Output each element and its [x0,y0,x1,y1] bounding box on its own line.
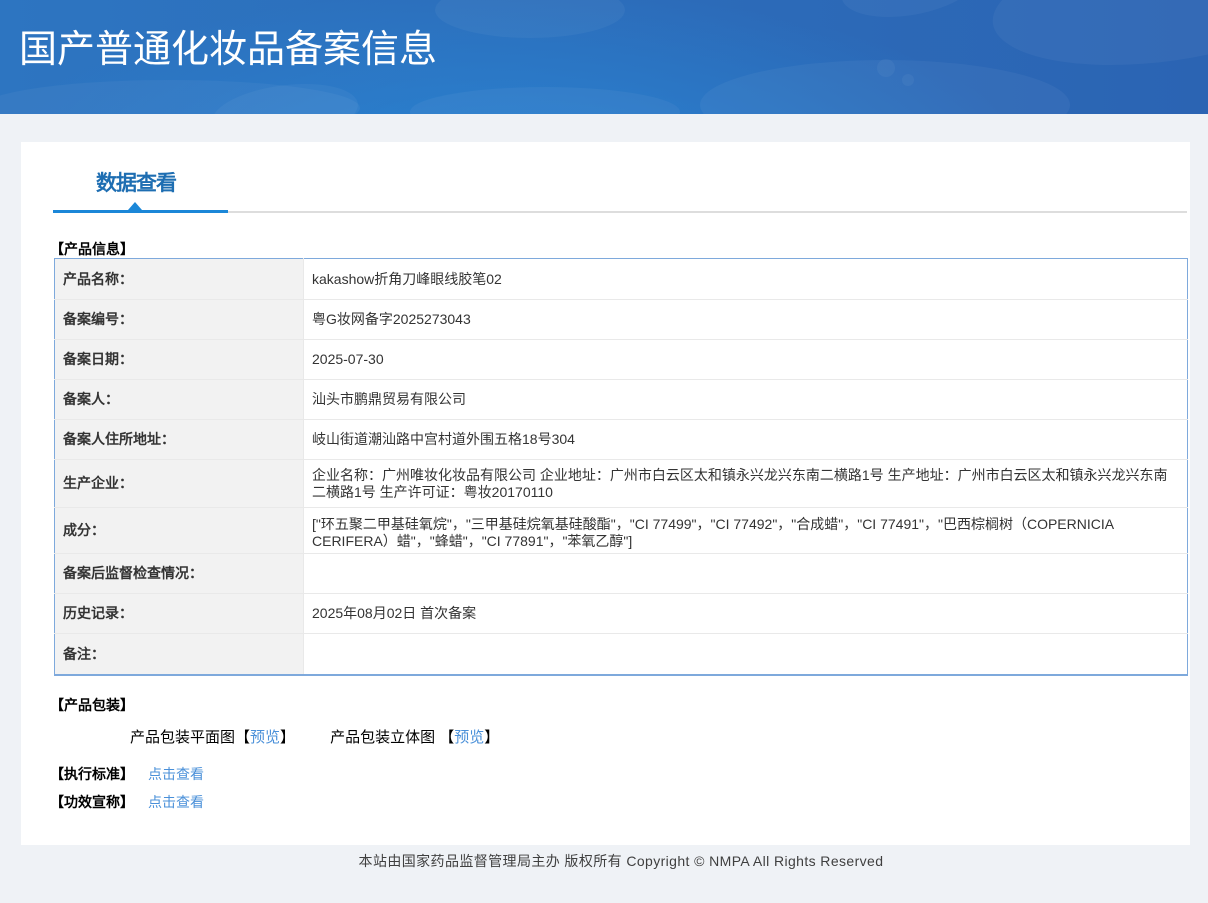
standard-view-link[interactable]: 点击查看 [148,766,204,782]
row-label: 生产企业： [54,459,304,508]
standard-label: 【执行标准】 [50,765,134,782]
row-value: 2025年08月02日 首次备案 [303,593,1188,634]
page-footer: 本站由国家药品监督管理局主办 版权所有 Copyright © NMPA All… [0,845,1208,903]
efficacy-view-link[interactable]: 点击查看 [148,794,204,810]
row-value: 粤G妆网备字2025273043 [303,299,1188,340]
header-decor-dot-large [877,59,895,77]
header-decor-blob-center [410,87,680,114]
bracket: 【 [235,728,251,746]
product-info-table: 产品名称： kakashow折角刀峰眼线胶笔02 备案编号： 粤G妆网备字202527… [54,258,1188,676]
header-decor-dot-small [902,74,914,86]
row-label: 备案日期： [54,339,304,380]
page-header: 国产普通化妆品备案信息 [0,0,1208,114]
row-value [303,553,1188,594]
packaging-3d-item: 产品包装立体图 【预览】 [330,729,499,746]
tab-data-view[interactable]: 数据查看 [53,144,228,213]
header-decor-band-1 [951,0,1208,65]
row-value: 2025-07-30 [303,339,1188,380]
row-value: 岐山街道潮汕路中宫村道外围五格18号304 [303,419,1188,460]
row-value: 汕头市鹏鼎贸易有限公司 [303,379,1188,420]
bracket: 】 [280,728,296,746]
header-decor-band-2 [823,0,997,17]
standard-line: 【执行标准】 点击查看 [50,764,1187,784]
product-info-row: 产品名称： kakashow折角刀峰眼线胶笔02 [54,258,1188,300]
efficacy-line: 【功效宣称】 点击查看 [50,792,1187,812]
packaging-flat-preview-link[interactable]: 预览 [250,729,280,746]
tab-bar: 数据查看 [53,142,1187,213]
tab-active-indicator-triangle [128,202,142,210]
row-label: 备案人： [54,379,304,420]
row-label: 历史记录： [54,593,304,634]
row-label: 备案编号： [54,299,304,340]
row-label: 成分： [54,507,304,554]
packaging-3d-label: 产品包装立体图 [330,728,436,746]
product-info-row: 备案人住所地址： 岐山街道潮汕路中宫村道外围五格18号304 [54,419,1188,460]
product-info-row: 备案日期： 2025-07-30 [54,339,1188,380]
packaging-previews-line: 产品包装平面图【预览】 产品包装立体图 【预览】 [53,726,1187,747]
bracket: 【 [439,728,455,746]
product-info-row: 备案人： 汕头市鹏鼎贸易有限公司 [54,379,1188,420]
row-label: 备案后监督检查情况： [54,553,304,594]
row-value [303,633,1188,676]
row-value: kakashow折角刀峰眼线胶笔02 [303,258,1188,300]
product-info-row: 备案后监督检查情况： [54,553,1188,594]
row-label: 备注： [54,633,304,676]
efficacy-label: 【功效宣称】 [50,793,134,810]
packaging-section-title: 【产品包装】 [50,696,134,713]
row-label: 备案人住所地址： [54,419,304,460]
packaging-flat-label: 产品包装平面图 [130,728,236,746]
header-decor-blob-small [435,0,625,38]
bracket: 】 [484,728,500,746]
row-label: 产品名称： [54,258,304,300]
product-info-row: 生产企业： 企业名称：广州唯妆化妆品有限公司 企业地址：广州市白云区太和镇永兴龙兴… [54,459,1188,508]
page-title: 国产普通化妆品备案信息 [19,29,438,71]
tab-data-view-label: 数据查看 [96,172,177,195]
product-info-section-title: 【产品信息】 [50,241,134,257]
packaging-3d-preview-link[interactable]: 预览 [454,729,484,746]
row-value: ["环五聚二甲基硅氧烷"，"三甲基硅烷氧基硅酸酯"，"CI 77499"，"CI… [303,507,1188,554]
product-info-row: 历史记录： 2025年08月02日 首次备案 [54,593,1188,634]
packaging-flat-item: 产品包装平面图【预览】 [130,729,295,746]
footer-text: 本站由国家药品监督管理局主办 版权所有 Copyright © NMPA All… [358,853,884,869]
product-info-row: 备案编号： 粤G妆网备字2025273043 [54,299,1188,340]
product-info-row: 备注： [54,633,1188,676]
content-card: 数据查看 【产品信息】 产品名称： kakashow折角刀峰眼线胶笔02 备案编号：… [21,142,1190,845]
product-info-row: 成分： ["环五聚二甲基硅氧烷"，"三甲基硅烷氧基硅酸酯"，"CI 77499"，… [54,507,1188,554]
row-value: 企业名称：广州唯妆化妆品有限公司 企业地址：广州市白云区太和镇永兴龙兴东南二横路… [303,459,1188,508]
